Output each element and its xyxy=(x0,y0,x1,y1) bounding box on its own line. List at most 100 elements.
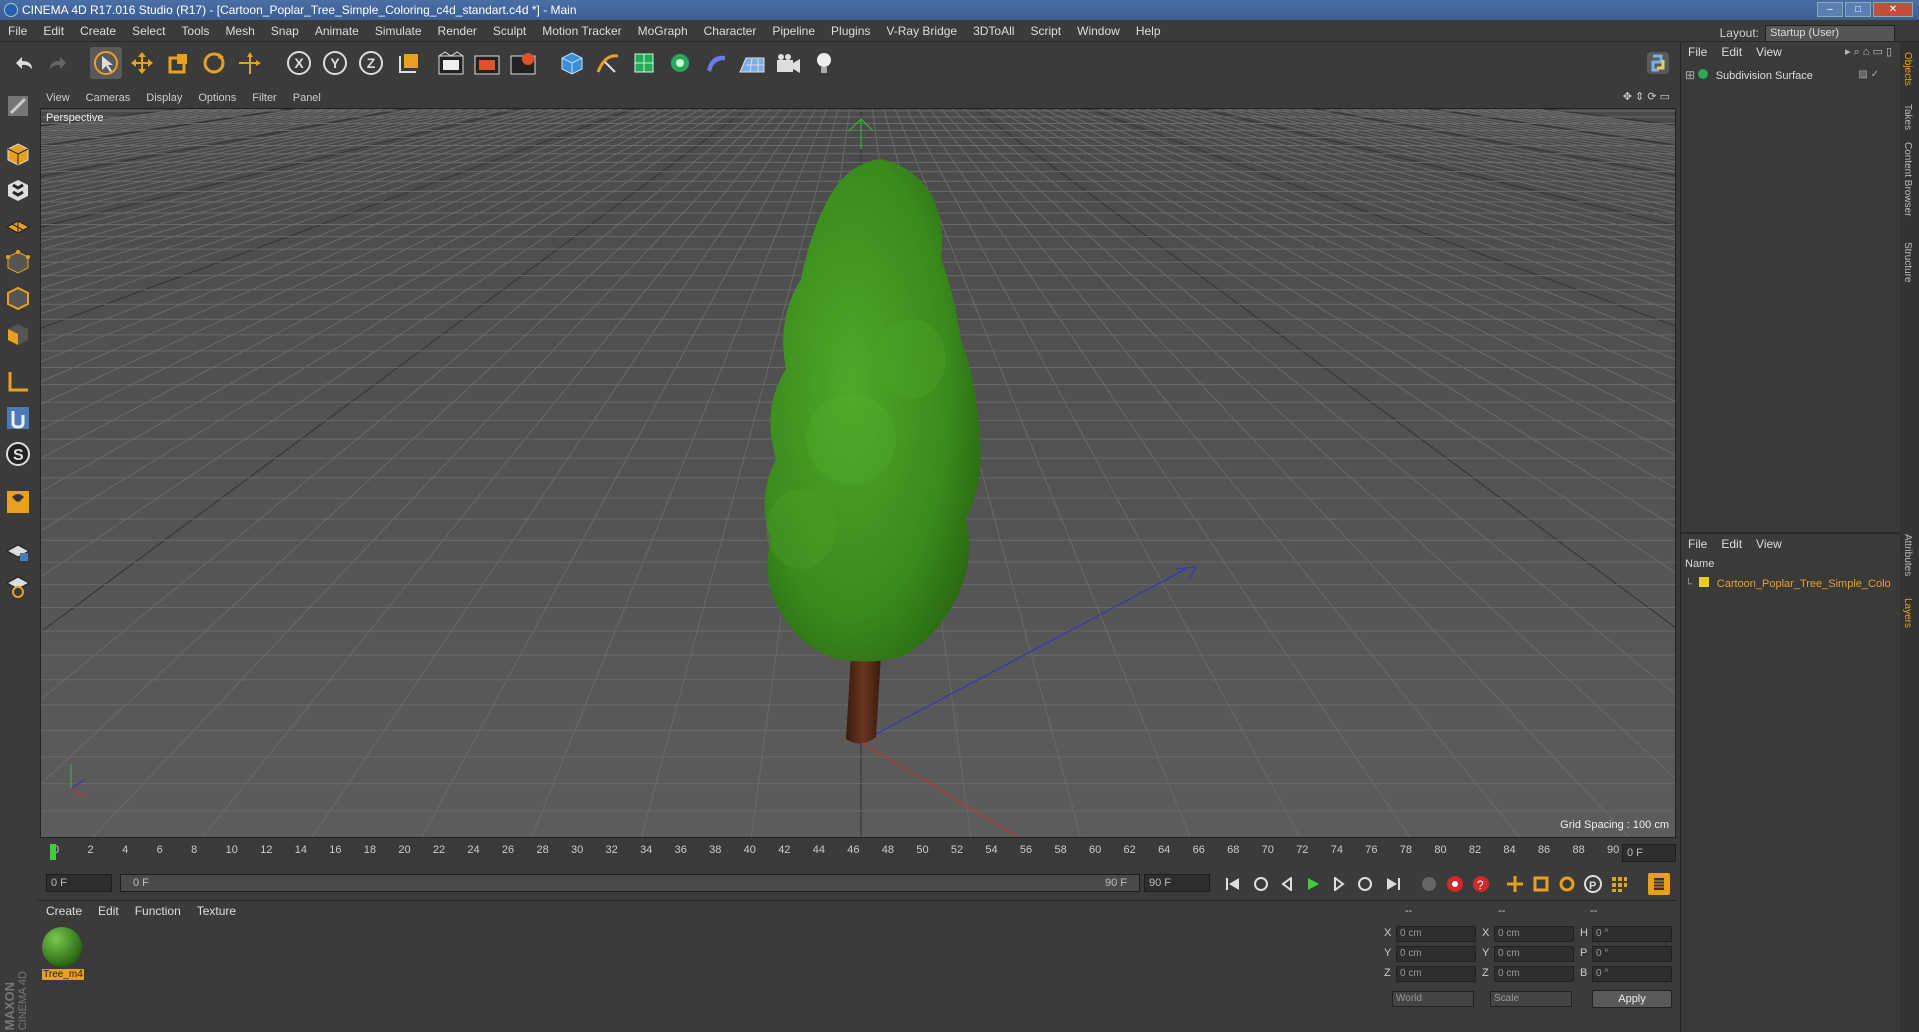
viewport-menu-display[interactable]: Display xyxy=(138,89,190,107)
record-icon[interactable] xyxy=(1444,873,1466,895)
menu-render[interactable]: Render xyxy=(430,20,485,42)
snap-icon[interactable]: S xyxy=(2,438,34,470)
menu-tools[interactable]: Tools xyxy=(173,20,217,42)
go-to-start-icon[interactable] xyxy=(1222,873,1244,895)
go-to-end-icon[interactable] xyxy=(1382,873,1404,895)
magnet-icon[interactable] xyxy=(2,486,34,518)
size-y-field[interactable]: 0 cm xyxy=(1494,946,1574,962)
timeline-ruler[interactable]: 0 2 4 6 8 10 12 14 16 18 20 22 24 26 28 30 32 34 36 38 40 42 4… xyxy=(38,842,1676,864)
camera-icon[interactable] xyxy=(772,47,804,79)
deformer-icon[interactable] xyxy=(700,47,732,79)
object-menu-file[interactable]: File xyxy=(1681,42,1714,62)
viewport-menu-options[interactable]: Options xyxy=(190,89,244,107)
tab-content-browser[interactable]: Content Browser xyxy=(1902,142,1913,216)
key-position-icon[interactable] xyxy=(1504,873,1526,895)
play-icon[interactable] xyxy=(1302,873,1324,895)
menu-mograph[interactable]: MoGraph xyxy=(630,20,696,42)
size-x-field[interactable]: 0 cm xyxy=(1494,926,1574,942)
tab-attributes[interactable]: Attributes xyxy=(1902,534,1913,576)
tweak-mode-icon[interactable] xyxy=(2,402,34,434)
menu-animate[interactable]: Animate xyxy=(307,20,367,42)
pos-x-field[interactable]: 0 cm xyxy=(1396,926,1476,942)
cube-object-icon[interactable] xyxy=(556,47,588,79)
menu-3dtoall[interactable]: 3DToAll xyxy=(965,20,1022,42)
make-editable-icon[interactable] xyxy=(2,90,34,122)
menu-sculpt[interactable]: Sculpt xyxy=(485,20,534,42)
motion-path-icon[interactable] xyxy=(1418,873,1440,895)
rot-p-field[interactable]: 0 ° xyxy=(1592,946,1672,962)
previous-key-icon[interactable] xyxy=(1250,873,1272,895)
tab-objects[interactable]: Objects xyxy=(1902,52,1913,86)
expand-toggle-icon[interactable]: ⊞ xyxy=(1685,66,1695,84)
close-button[interactable]: ✕ xyxy=(1873,2,1913,17)
layer-row[interactable]: └ Cartoon_Poplar_Tree_Simple_Colo xyxy=(1685,574,1899,592)
playhead[interactable] xyxy=(50,844,56,860)
layer-menu-edit[interactable]: Edit xyxy=(1714,534,1749,554)
material-menu-edit[interactable]: Edit xyxy=(90,901,127,921)
coordinate-system-dropdown[interactable]: World xyxy=(1392,991,1474,1007)
viewport-menu-view[interactable]: View xyxy=(38,89,78,107)
object-row-subdivision-surface[interactable]: ⊞ Subdivision Surface ▨ ✓ xyxy=(1685,66,1897,84)
current-frame-field[interactable]: 0 F xyxy=(1622,844,1676,862)
menu-pipeline[interactable]: Pipeline xyxy=(764,20,823,42)
menu-plugins[interactable]: Plugins xyxy=(823,20,878,42)
scale-tool-icon[interactable] xyxy=(162,47,194,79)
workplane-rotate-icon[interactable] xyxy=(2,570,34,602)
viewport-menu-filter[interactable]: Filter xyxy=(244,89,284,107)
menu-window[interactable]: Window xyxy=(1069,20,1128,42)
menu-file[interactable]: File xyxy=(0,20,35,42)
material-menu-texture[interactable]: Texture xyxy=(189,901,244,921)
viewport-nav-icons[interactable]: ✥ ⇕ ⟳ ▭ xyxy=(1623,88,1670,106)
material-menu-create[interactable]: Create xyxy=(38,901,90,921)
menu-character[interactable]: Character xyxy=(696,20,765,42)
model-mode-icon[interactable] xyxy=(2,138,34,170)
material-menu-function[interactable]: Function xyxy=(127,901,189,921)
object-menu-edit[interactable]: Edit xyxy=(1714,42,1749,62)
menu-mesh[interactable]: Mesh xyxy=(217,20,262,42)
polygons-mode-icon[interactable] xyxy=(2,318,34,350)
key-pla-icon[interactable] xyxy=(1608,873,1630,895)
object-menu-view[interactable]: View xyxy=(1749,42,1789,62)
material-swatch[interactable]: Tree_m4 xyxy=(42,927,84,983)
python-script-icon[interactable] xyxy=(1642,47,1674,79)
pen-spline-icon[interactable] xyxy=(592,47,624,79)
key-scale-icon[interactable] xyxy=(1530,873,1552,895)
tab-takes[interactable]: Takes xyxy=(1902,104,1913,130)
timeline-window-icon[interactable] xyxy=(1648,873,1670,895)
apply-button[interactable]: Apply xyxy=(1592,990,1672,1008)
end-frame-field[interactable]: 90 F xyxy=(1144,874,1210,892)
autokey-icon[interactable]: ? xyxy=(1470,873,1492,895)
size-mode-dropdown[interactable]: Scale xyxy=(1490,991,1572,1007)
pos-z-field[interactable]: 0 cm xyxy=(1396,966,1476,982)
render-settings-icon[interactable] xyxy=(507,47,539,79)
viewport-menu-cameras[interactable]: Cameras xyxy=(78,89,139,107)
menu-vray-bridge[interactable]: V-Ray Bridge xyxy=(878,20,965,42)
key-parameter-icon[interactable]: P xyxy=(1582,873,1604,895)
floor-scene-icon[interactable] xyxy=(736,47,768,79)
visibility-toggle-icon[interactable]: ▨ ✓ xyxy=(1858,66,1879,84)
render-view-icon[interactable] xyxy=(435,47,467,79)
layer-color-swatch[interactable] xyxy=(1699,577,1710,587)
light-icon[interactable] xyxy=(808,47,840,79)
3d-viewport[interactable]: Perspective Grid Spacing : 100 cm xyxy=(40,108,1676,838)
workplane-mode-icon[interactable] xyxy=(2,210,34,242)
size-z-field[interactable]: 0 cm xyxy=(1494,966,1574,982)
subdivision-surface-icon[interactable] xyxy=(628,47,660,79)
rotate-tool-icon[interactable] xyxy=(198,47,230,79)
pos-y-field[interactable]: 0 cm xyxy=(1396,946,1476,962)
layer-menu-view[interactable]: View xyxy=(1749,534,1789,554)
transform-tool-icon[interactable] xyxy=(234,47,266,79)
rot-h-field[interactable]: 0 ° xyxy=(1592,926,1672,942)
render-to-picture-viewer-icon[interactable] xyxy=(471,47,503,79)
cloner-mograph-icon[interactable] xyxy=(664,47,696,79)
menu-help[interactable]: Help xyxy=(1128,20,1169,42)
menu-edit[interactable]: Edit xyxy=(35,20,72,42)
axis-mode-icon[interactable] xyxy=(2,366,34,398)
viewport-menu-panel[interactable]: Panel xyxy=(285,89,329,107)
redo-icon[interactable] xyxy=(42,47,74,79)
z-axis-lock-button[interactable]: Z xyxy=(355,47,387,79)
y-axis-lock-button[interactable]: Y xyxy=(319,47,351,79)
start-frame-field[interactable]: 0 F xyxy=(46,874,112,892)
maximize-button[interactable]: □ xyxy=(1845,2,1871,17)
previous-frame-icon[interactable] xyxy=(1276,873,1298,895)
